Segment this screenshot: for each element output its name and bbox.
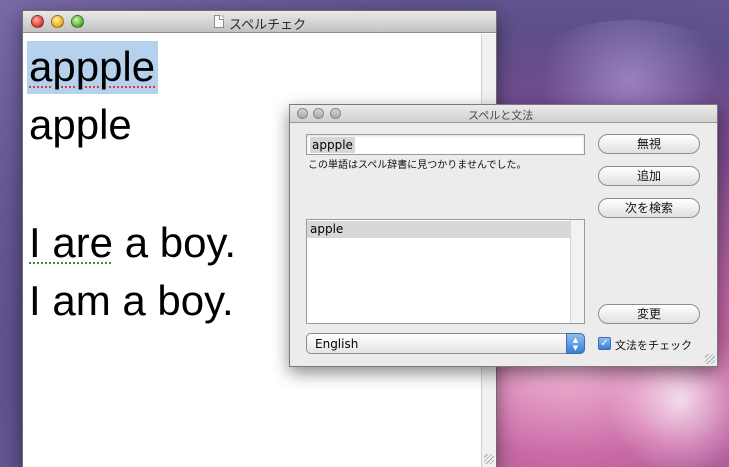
panel-zoom-button[interactable]	[330, 108, 341, 119]
misspelled-word-field[interactable]: appple	[306, 134, 585, 155]
text-line-5[interactable]: I am a boy.	[29, 280, 234, 322]
misspelled-word[interactable]: appple	[27, 41, 159, 94]
text-line-2[interactable]: apple	[29, 104, 132, 146]
text-line-4[interactable]: I are a boy.	[29, 222, 236, 264]
ignore-button[interactable]: 無視	[598, 134, 700, 154]
panel-minimize-button[interactable]	[313, 108, 324, 119]
change-button[interactable]: 変更	[598, 304, 700, 324]
minimize-button[interactable]	[51, 15, 64, 28]
suggestions-scrollbar[interactable]	[570, 220, 584, 323]
text-line-4-rest: a boy.	[113, 219, 237, 266]
zoom-button[interactable]	[71, 15, 84, 28]
spelling-grammar-panel: スペルと文法 appple この単語はスペル辞書に見つかりませんでした。 app…	[289, 104, 718, 367]
not-found-message: この単語はスペル辞書に見つかりませんでした。	[308, 160, 527, 171]
find-next-button[interactable]: 次を検索	[598, 198, 700, 218]
text-line-1[interactable]: appple	[27, 41, 159, 94]
language-select[interactable]: English ▲ ▼	[306, 333, 585, 354]
grammar-error[interactable]: I are	[29, 219, 113, 266]
updown-arrows-icon[interactable]: ▲ ▼	[566, 333, 585, 354]
language-value: English	[315, 337, 359, 351]
panel-close-button[interactable]	[297, 108, 308, 119]
misspelled-word-value[interactable]: appple	[310, 137, 355, 153]
learn-button[interactable]: 追加	[598, 166, 700, 186]
resize-grip-icon[interactable]	[484, 454, 494, 464]
document-title-bar[interactable]: スペルチェク	[23, 11, 496, 33]
check-grammar-checkbox[interactable]: ✓	[598, 337, 611, 350]
close-button[interactable]	[31, 15, 44, 28]
panel-resize-grip-icon[interactable]	[705, 354, 715, 364]
panel-title: スペルと文法	[468, 109, 534, 122]
panel-title-bar[interactable]: スペルと文法	[290, 105, 717, 123]
document-title: スペルチェク	[229, 18, 307, 33]
check-grammar-label[interactable]: 文法をチェック	[615, 337, 692, 353]
suggestions-list[interactable]: apple	[306, 219, 585, 324]
document-icon[interactable]	[214, 15, 224, 28]
suggestion-item[interactable]: apple	[307, 221, 571, 238]
